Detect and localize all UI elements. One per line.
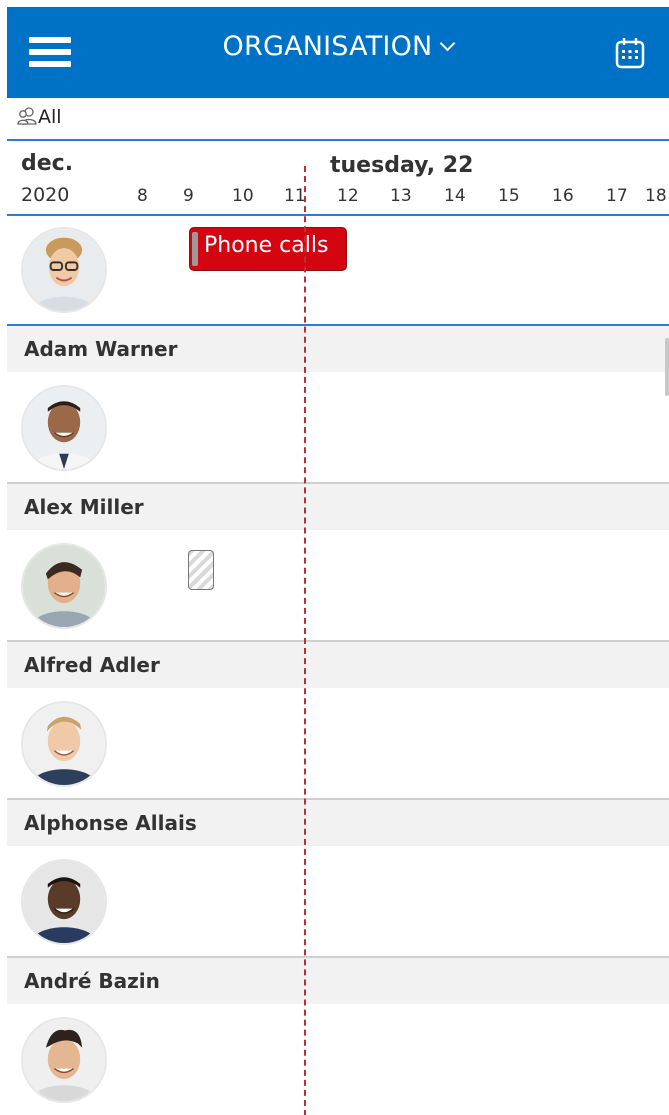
- current-time-line: [304, 166, 306, 1115]
- event-label: Phone calls: [204, 233, 329, 258]
- group-users-icon: [17, 107, 37, 125]
- person-name-bar: Alphonse Allais: [7, 800, 669, 846]
- person-row: Adam Warner: [7, 326, 669, 484]
- man-dark-hair-avatar[interactable]: [21, 543, 107, 629]
- hour-label: 16: [552, 186, 574, 206]
- hour-label: 12: [337, 186, 359, 206]
- blond-man-avatar[interactable]: [21, 701, 107, 787]
- filter-row[interactable]: All: [7, 98, 669, 141]
- phone-calls-event[interactable]: Phone calls: [189, 227, 347, 271]
- person-name-bar: Alex Miller: [7, 484, 669, 530]
- day-label: tuesday, 22: [330, 153, 474, 178]
- timeline-header: dec. 2020 tuesday, 22 8 9 10 11 12 13 14…: [7, 141, 669, 216]
- top-bar: ORGANISATION: [7, 7, 669, 98]
- filter-label: All: [38, 106, 62, 128]
- man-dark-skin-avatar[interactable]: [21, 859, 107, 945]
- person-name: Adam Warner: [24, 337, 178, 361]
- calendar-icon[interactable]: [613, 36, 647, 70]
- person-row: Alphonse Allais: [7, 800, 669, 958]
- year-label: 2020: [21, 184, 70, 206]
- hour-label: 18: [645, 186, 667, 206]
- hour-label: 8: [137, 186, 148, 206]
- scrollbar[interactable]: [665, 338, 669, 396]
- planning-app: ORGANISATION All dec. 2020 tuesday, 22 8…: [7, 7, 669, 1115]
- person-name-bar: André Bazin: [7, 958, 669, 1004]
- person-name: Alfred Adler: [24, 653, 160, 677]
- person-name-bar: Adam Warner: [7, 326, 669, 372]
- hour-label: 9: [183, 186, 194, 206]
- hatched-event-block[interactable]: [188, 550, 214, 590]
- hour-label: 10: [232, 186, 254, 206]
- person-name: Alphonse Allais: [24, 811, 197, 835]
- woman-with-glasses-avatar[interactable]: [21, 227, 107, 313]
- person-name: André Bazin: [24, 969, 160, 993]
- resize-handle[interactable]: [192, 232, 198, 266]
- person-row: Alex Miller: [7, 484, 669, 642]
- person-row: Alfred Adler: [7, 642, 669, 800]
- hour-label: 14: [444, 186, 466, 206]
- person-name-bar: Alfred Adler: [7, 642, 669, 688]
- person-name: Alex Miller: [24, 495, 144, 519]
- organisation-dropdown[interactable]: ORGANISATION: [7, 31, 669, 62]
- hour-label: 13: [390, 186, 412, 206]
- man-curly-hair-avatar[interactable]: [21, 1017, 107, 1103]
- hour-label: 11: [284, 186, 306, 206]
- man-smiling-avatar[interactable]: [21, 385, 107, 471]
- month-label: dec.: [21, 151, 74, 176]
- organisation-title: ORGANISATION: [222, 31, 433, 62]
- hour-label: 17: [606, 186, 628, 206]
- chevron-down-icon: [440, 35, 456, 52]
- person-row: André Bazin: [7, 958, 669, 1115]
- hour-label: 15: [498, 186, 520, 206]
